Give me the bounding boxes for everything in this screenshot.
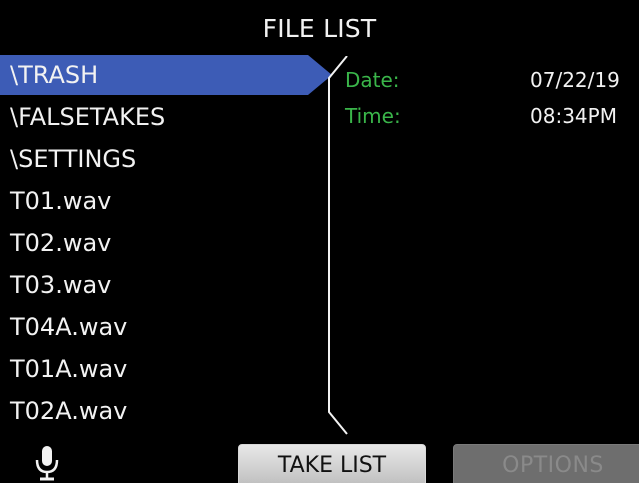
time-value: 08:34PM xyxy=(530,104,617,128)
time-label: Time: xyxy=(345,104,401,128)
file-info-panel: Date: 07/22/19 Time: 08:34PM xyxy=(345,62,639,134)
file-item-label: T02.wav xyxy=(10,229,112,257)
date-label: Date: xyxy=(345,68,400,92)
file-item-t04a[interactable]: T04A.wav xyxy=(0,306,330,348)
file-item-t02a[interactable]: T02A.wav xyxy=(0,390,330,432)
time-row: Time: 08:34PM xyxy=(345,98,639,134)
file-item-falsetakes[interactable]: \FALSETAKES xyxy=(0,96,330,138)
file-item-t01[interactable]: T01.wav xyxy=(0,180,330,222)
file-item-t03[interactable]: T03.wav xyxy=(0,264,330,306)
file-list-screen: FILE LIST \TRASH \FALSETAKES \SETTINGS T… xyxy=(0,0,639,483)
file-item-label: T01A.wav xyxy=(10,355,128,383)
file-item-trash[interactable]: \TRASH xyxy=(0,54,330,96)
file-item-label: \TRASH xyxy=(10,61,99,89)
file-item-t02[interactable]: T02.wav xyxy=(0,222,330,264)
file-item-label: T01.wav xyxy=(10,187,112,215)
take-list-button[interactable]: TAKE LIST xyxy=(238,444,426,483)
screen-title: FILE LIST xyxy=(262,14,377,43)
file-list[interactable]: \TRASH \FALSETAKES \SETTINGS T01.wav T02… xyxy=(0,54,330,432)
file-item-label: \SETTINGS xyxy=(10,145,137,173)
microphone-icon xyxy=(34,445,60,481)
file-item-label: T03.wav xyxy=(10,271,112,299)
file-item-label: \FALSETAKES xyxy=(10,103,166,131)
file-item-label: T02A.wav xyxy=(10,397,128,425)
date-row: Date: 07/22/19 xyxy=(345,62,639,98)
file-item-settings[interactable]: \SETTINGS xyxy=(0,138,330,180)
file-item-label: T04A.wav xyxy=(10,313,128,341)
date-value: 07/22/19 xyxy=(530,68,620,92)
options-button[interactable]: OPTIONS xyxy=(453,444,639,483)
file-item-t01a[interactable]: T01A.wav xyxy=(0,348,330,390)
